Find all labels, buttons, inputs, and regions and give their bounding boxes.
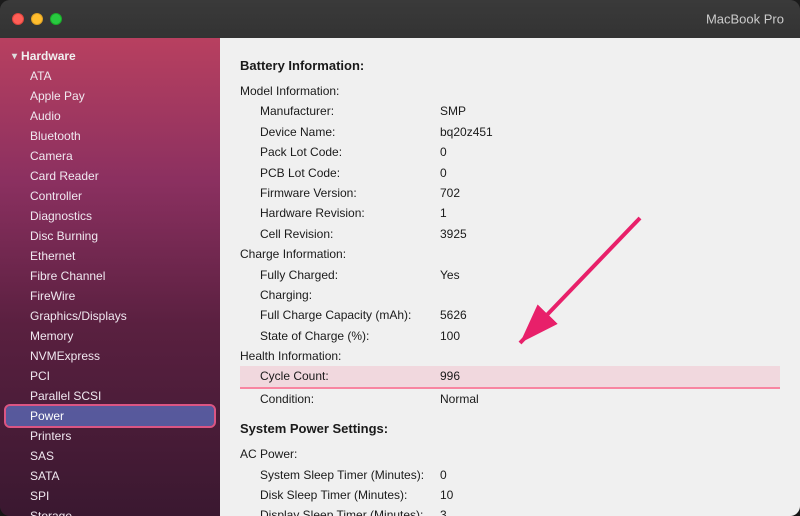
sidebar-item-printers[interactable]: Printers — [0, 426, 220, 446]
manufacturer-row: Manufacturer: SMP — [240, 101, 780, 121]
main-content: Battery Information: Model Information: … — [220, 38, 800, 516]
hardware-section-label: Hardware — [21, 49, 76, 63]
pack-lot-value: 0 — [440, 142, 447, 162]
charging-row: Charging: — [240, 285, 780, 305]
sidebar-item-memory[interactable]: Memory — [0, 326, 220, 346]
sidebar-item-sata[interactable]: SATA — [0, 466, 220, 486]
condition-value: Normal — [440, 389, 479, 409]
battery-section-title: Battery Information: — [240, 58, 780, 73]
sidebar-item-storage[interactable]: Storage — [0, 506, 220, 516]
sidebar-item-fibre-channel[interactable]: Fibre Channel — [0, 266, 220, 286]
fully-charged-value: Yes — [440, 265, 460, 285]
window-title: MacBook Pro — [706, 12, 784, 27]
sidebar-item-sas[interactable]: SAS — [0, 446, 220, 466]
pack-lot-row: Pack Lot Code: 0 — [240, 142, 780, 162]
sidebar-item-bluetooth[interactable]: Bluetooth — [0, 126, 220, 146]
full-charge-label: Full Charge Capacity (mAh): — [240, 305, 440, 325]
sidebar-item-power[interactable]: Power — [6, 406, 214, 426]
disk-sleep-row: Disk Sleep Timer (Minutes): 10 — [240, 485, 780, 505]
full-charge-row: Full Charge Capacity (mAh): 5626 — [240, 305, 780, 325]
device-name-row: Device Name: bq20z451 — [240, 122, 780, 142]
display-sleep-row: Display Sleep Timer (Minutes): 3 — [240, 505, 780, 516]
display-sleep-label: Display Sleep Timer (Minutes): — [240, 505, 440, 516]
ac-power-row: AC Power: — [240, 444, 780, 464]
cycle-count-value: 996 — [440, 366, 460, 386]
traffic-lights — [12, 13, 62, 25]
sidebar-item-nvmexpress[interactable]: NVMExpress — [0, 346, 220, 366]
hardware-label: Hardware Revision: — [240, 203, 440, 223]
cycle-count-label: Cycle Count: — [240, 366, 440, 386]
sidebar-item-controller[interactable]: Controller — [0, 186, 220, 206]
sidebar-item-audio[interactable]: Audio — [0, 106, 220, 126]
model-info-label: Model Information: — [240, 81, 440, 101]
close-button[interactable] — [12, 13, 24, 25]
power-settings-table: AC Power: System Sleep Timer (Minutes): … — [240, 444, 780, 516]
sidebar-item-graphics-displays[interactable]: Graphics/Displays — [0, 306, 220, 326]
sidebar-item-ethernet[interactable]: Ethernet — [0, 246, 220, 266]
sidebar-item-card-reader[interactable]: Card Reader — [0, 166, 220, 186]
firmware-value: 702 — [440, 183, 460, 203]
state-charge-label: State of Charge (%): — [240, 326, 440, 346]
ac-power-label: AC Power: — [240, 444, 440, 464]
pack-lot-label: Pack Lot Code: — [240, 142, 440, 162]
disk-sleep-value: 10 — [440, 485, 453, 505]
cell-row: Cell Revision: 3925 — [240, 224, 780, 244]
manufacturer-value: SMP — [440, 101, 466, 121]
titlebar: MacBook Pro — [0, 0, 800, 38]
health-info-row: Health Information: — [240, 346, 780, 366]
state-charge-value: 100 — [440, 326, 460, 346]
hardware-row: Hardware Revision: 1 — [240, 203, 780, 223]
cycle-count-row: Cycle Count: 996 — [240, 366, 780, 388]
sidebar-item-firewire[interactable]: FireWire — [0, 286, 220, 306]
cell-value: 3925 — [440, 224, 467, 244]
battery-info-table: Model Information: Manufacturer: SMP Dev… — [240, 81, 780, 409]
system-sleep-row: System Sleep Timer (Minutes): 0 — [240, 465, 780, 485]
full-charge-value: 5626 — [440, 305, 467, 325]
sidebar-item-parallel-scsi[interactable]: Parallel SCSI — [0, 386, 220, 406]
charge-info-label: Charge Information: — [240, 244, 440, 264]
pcb-lot-row: PCB Lot Code: 0 — [240, 163, 780, 183]
sidebar-item-ata[interactable]: ATA — [0, 66, 220, 86]
hardware-section-header[interactable]: ▾ Hardware — [0, 46, 220, 66]
charging-label: Charging: — [240, 285, 440, 305]
health-info-label: Health Information: — [240, 346, 440, 366]
sidebar-item-apple-pay[interactable]: Apple Pay — [0, 86, 220, 106]
fully-charged-label: Fully Charged: — [240, 265, 440, 285]
system-sleep-value: 0 — [440, 465, 447, 485]
disk-sleep-label: Disk Sleep Timer (Minutes): — [240, 485, 440, 505]
state-charge-row: State of Charge (%): 100 — [240, 326, 780, 346]
fully-charged-row: Fully Charged: Yes — [240, 265, 780, 285]
cell-label: Cell Revision: — [240, 224, 440, 244]
main-wrapper: Battery Information: Model Information: … — [220, 38, 800, 516]
hardware-value: 1 — [440, 203, 447, 223]
charge-info-row: Charge Information: — [240, 244, 780, 264]
device-name-label: Device Name: — [240, 122, 440, 142]
display-sleep-value: 3 — [440, 505, 447, 516]
condition-label: Condition: — [240, 389, 440, 409]
firmware-row: Firmware Version: 702 — [240, 183, 780, 203]
main-window: MacBook Pro ▾ Hardware ATA Apple Pay Aud… — [0, 0, 800, 516]
system-sleep-label: System Sleep Timer (Minutes): — [240, 465, 440, 485]
model-info-row: Model Information: — [240, 81, 780, 101]
sidebar-item-camera[interactable]: Camera — [0, 146, 220, 166]
sidebar-item-spi[interactable]: SPI — [0, 486, 220, 506]
manufacturer-label: Manufacturer: — [240, 101, 440, 121]
device-name-value: bq20z451 — [440, 122, 493, 142]
sidebar-item-disc-burning[interactable]: Disc Burning — [0, 226, 220, 246]
sidebar-item-pci[interactable]: PCI — [0, 366, 220, 386]
pcb-lot-label: PCB Lot Code: — [240, 163, 440, 183]
collapse-arrow-icon: ▾ — [12, 51, 17, 62]
minimize-button[interactable] — [31, 13, 43, 25]
system-power-title: System Power Settings: — [240, 421, 780, 436]
sidebar-item-diagnostics[interactable]: Diagnostics — [0, 206, 220, 226]
sidebar: ▾ Hardware ATA Apple Pay Audio Bluetooth… — [0, 38, 220, 516]
content-area: ▾ Hardware ATA Apple Pay Audio Bluetooth… — [0, 38, 800, 516]
firmware-label: Firmware Version: — [240, 183, 440, 203]
condition-row: Condition: Normal — [240, 389, 780, 409]
maximize-button[interactable] — [50, 13, 62, 25]
pcb-lot-value: 0 — [440, 163, 447, 183]
